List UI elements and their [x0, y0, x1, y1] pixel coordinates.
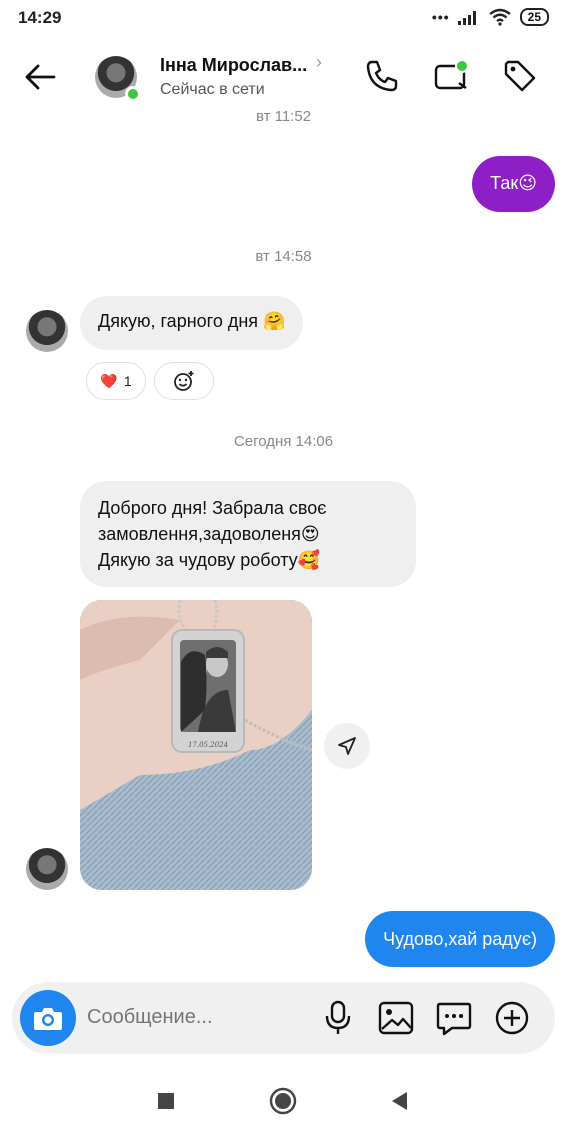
- chat-header: Інна Мирослав... › Сейчас в сети: [0, 40, 567, 116]
- camera-icon: [34, 1008, 62, 1030]
- contact-status: Сейчас в сети: [160, 81, 265, 98]
- online-indicator: [125, 86, 141, 102]
- message-bubble-outgoing[interactable]: Чудово,хай радує): [365, 911, 555, 967]
- message-input[interactable]: [87, 1006, 307, 1029]
- message-line: Доброго дня! Забрала своє: [98, 498, 327, 518]
- share-button[interactable]: [324, 723, 370, 769]
- avatar[interactable]: [26, 310, 68, 352]
- notification-dots-icon: •••: [431, 9, 450, 25]
- timestamp: вт 14:58: [255, 248, 312, 265]
- heart-icon: ❤️: [100, 372, 118, 389]
- photo-image: 17.05.2024: [80, 600, 312, 890]
- timestamp: Сегодня 14:06: [233, 433, 334, 450]
- photo-message[interactable]: 17.05.2024: [80, 600, 312, 890]
- message-bubble-outgoing[interactable]: Так😉: [472, 156, 555, 212]
- camera-button[interactable]: [20, 990, 76, 1046]
- contact-avatar[interactable]: [95, 56, 141, 102]
- phone-call-icon[interactable]: [362, 56, 402, 96]
- message-line: замовлення,задоволеня😍: [98, 524, 320, 544]
- video-call-icon[interactable]: [432, 56, 472, 96]
- wifi-icon: [488, 8, 511, 26]
- plus-circle-icon[interactable]: [492, 998, 532, 1038]
- avatar[interactable]: [26, 848, 68, 890]
- add-emoji-icon: [174, 371, 194, 391]
- home-icon[interactable]: [266, 1084, 300, 1118]
- message-line: Дякую за чудову роботу🥰: [98, 550, 321, 570]
- contact-name[interactable]: Інна Мирослав...: [160, 55, 307, 76]
- back-arrow-icon[interactable]: [20, 56, 62, 98]
- gallery-icon[interactable]: [376, 998, 416, 1038]
- send-icon: [338, 737, 356, 755]
- signal-icon: [457, 11, 476, 25]
- message-bubble-incoming[interactable]: Доброго дня! Забрала своє замовлення,зад…: [80, 481, 416, 587]
- engraving-date: 17.05.2024: [188, 741, 228, 749]
- system-nav-bar: [0, 1066, 567, 1134]
- add-reaction-button[interactable]: [154, 362, 214, 400]
- battery-indicator: 25: [519, 8, 549, 26]
- microphone-icon[interactable]: [318, 998, 358, 1038]
- timestamp: вт 11:52: [255, 108, 312, 122]
- message-bubble-incoming[interactable]: Дякую, гарного дня 🤗: [80, 296, 304, 350]
- reaction-pill[interactable]: ❤️ 1: [86, 362, 146, 400]
- message-composer: [12, 982, 555, 1054]
- reaction-count: 1: [123, 373, 132, 389]
- back-triangle-icon[interactable]: [382, 1084, 416, 1118]
- chevron-right-icon[interactable]: ›: [316, 52, 322, 73]
- recent-apps-icon[interactable]: [149, 1084, 183, 1118]
- status-time: 14:29: [18, 8, 62, 27]
- sticker-chat-icon[interactable]: [434, 998, 474, 1038]
- status-bar: 14:29 ••• 25: [0, 0, 567, 36]
- status-icons: ••• 25: [432, 8, 549, 26]
- tag-icon[interactable]: [500, 56, 540, 96]
